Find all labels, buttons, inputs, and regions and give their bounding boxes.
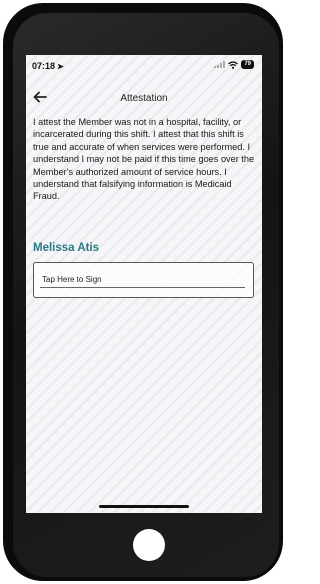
status-bar: 07:18 ➤ 79 — [26, 55, 262, 77]
attestation-text: I attest the Member was not in a hospita… — [33, 117, 255, 202]
status-time: 07:18 ➤ — [32, 61, 64, 71]
member-name: Melissa Atis — [33, 242, 100, 254]
location-arrow-icon: ➤ — [57, 62, 64, 71]
app-screen: 07:18 ➤ 79 Attestation I attest the Membe… — [26, 55, 262, 513]
screen-header: Attestation — [26, 89, 262, 109]
page-title: Attestation — [120, 93, 168, 104]
status-time-text: 07:18 — [32, 61, 56, 71]
signature-line — [40, 287, 245, 288]
cell-signal-icon — [214, 61, 226, 68]
home-indicator[interactable] — [99, 505, 189, 508]
home-button[interactable] — [133, 529, 165, 561]
battery-badge: 79 — [241, 60, 254, 69]
status-icons: 79 — [214, 60, 254, 69]
signature-prompt: Tap Here to Sign — [42, 275, 102, 284]
signature-field[interactable]: Tap Here to Sign — [33, 262, 254, 298]
wifi-icon — [228, 60, 239, 69]
